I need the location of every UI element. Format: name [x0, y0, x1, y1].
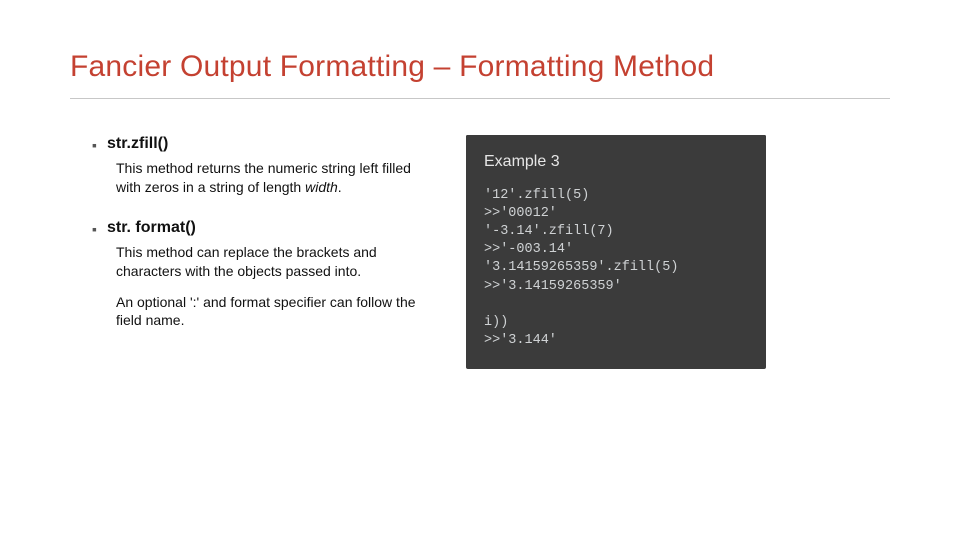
- method-desc: This method returns the numeric string l…: [92, 159, 430, 197]
- example-title: Example 3: [484, 151, 748, 173]
- method-desc: An optional ':' and format specifier can…: [92, 293, 430, 331]
- desc-text: This method returns the numeric string l…: [116, 160, 411, 195]
- method-head: ▪ str. format(): [92, 219, 430, 239]
- left-column: ▪ str.zfill() This method returns the nu…: [70, 135, 430, 435]
- method-head: ▪ str.zfill(): [92, 135, 430, 155]
- method-name: str. format(): [107, 219, 196, 237]
- desc-text: .: [338, 179, 342, 195]
- example-code: '12'.zfill(5) >>'00012' '-3.14'.zfill(7)…: [484, 187, 748, 296]
- slide-title: Fancier Output Formatting – Formatting M…: [70, 50, 890, 84]
- right-column: Example 1 print('We are the {} who say "…: [466, 135, 890, 435]
- slide-body: ▪ str.zfill() This method returns the nu…: [70, 135, 890, 435]
- title-divider: [70, 98, 890, 99]
- slide: Fancier Output Formatting – Formatting M…: [0, 0, 960, 540]
- method-item-format: ▪ str. format() This method can replace …: [92, 219, 430, 331]
- example-box: Example 3 '12'.zfill(5) >>'00012' '-3.14…: [466, 135, 766, 314]
- title-block: Fancier Output Formatting – Formatting M…: [70, 50, 890, 99]
- bullet-icon: ▪: [92, 219, 97, 239]
- bullet-icon: ▪: [92, 135, 97, 155]
- method-desc: This method can replace the brackets and…: [92, 243, 430, 281]
- method-item-zfill: ▪ str.zfill() This method returns the nu…: [92, 135, 430, 197]
- method-name: str.zfill(): [107, 135, 168, 153]
- desc-emph: width: [305, 179, 338, 195]
